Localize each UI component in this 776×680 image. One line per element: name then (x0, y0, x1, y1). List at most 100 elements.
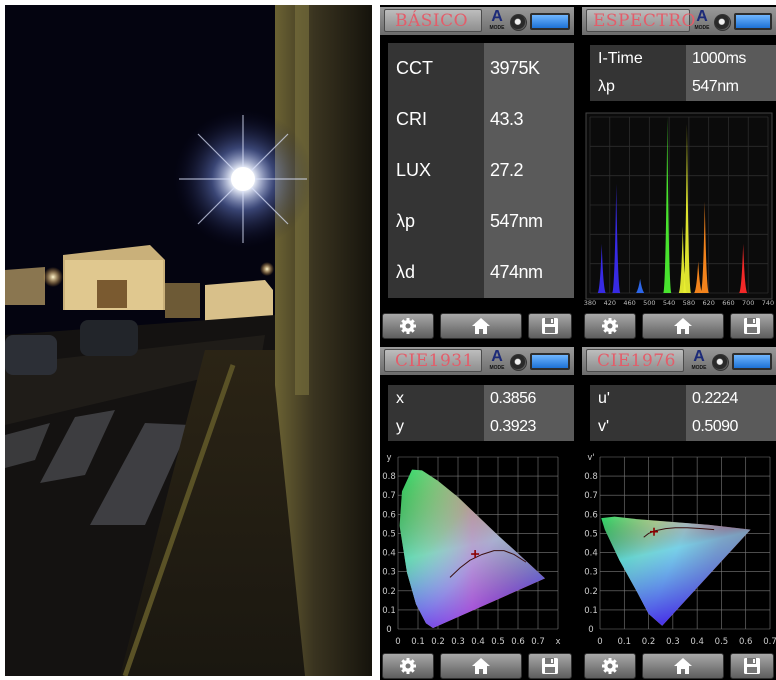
settings-button[interactable] (584, 653, 636, 679)
tab-cie1976[interactable]: CIE1976 (586, 349, 684, 372)
battery-icon (734, 13, 772, 30)
reading-row: CCT 3975K (388, 43, 574, 94)
mode-label: MODE (489, 25, 505, 31)
mode-a-icon[interactable]: A MODE (487, 349, 507, 373)
reading-label: u' (590, 385, 686, 413)
save-button[interactable] (730, 653, 774, 679)
y-tick-label: y (386, 453, 391, 463)
spectrum-panel: ESPECTRO A MODE I-Time 1000ms λp 547nm 3… (582, 5, 776, 341)
reading-value: 43.3 (484, 94, 574, 145)
y-tick-label: 0.7 (584, 491, 598, 501)
reading-value: 547nm (686, 73, 776, 101)
save-button[interactable] (528, 653, 572, 679)
cie1976-panel: CIE1976 A MODE u' 0.2224 v' 0.5090 0 0.1… (582, 345, 776, 680)
x-tick-label: 540 (663, 299, 675, 307)
y-tick-label: 0.7 (382, 491, 396, 501)
y-tick-label: 0 (386, 625, 391, 635)
panel-footer (582, 651, 776, 680)
x-tick-label: 700 (742, 299, 754, 307)
floppy-disk-icon (542, 658, 558, 674)
save-button[interactable] (730, 313, 774, 339)
x-tick-label: 0.4 (690, 637, 704, 647)
dial-knob-icon[interactable] (714, 14, 731, 31)
panel-header: CIE1976 A MODE (582, 347, 776, 375)
reading-label: λp (590, 73, 686, 101)
x-tick-label: 620 (702, 299, 714, 307)
mode-label: MODE (694, 25, 710, 31)
cie1976-chart-area: 0 0.1 0.2 0.3 0.4 0.5 0.6 0.7 0 0.1 0.2 0.3 0.4 0.5 0.… (582, 449, 776, 649)
x-tick-label: 0.7 (531, 637, 545, 647)
x-tick-label: 740 (762, 299, 774, 307)
panel-header: ESPECTRO A MODE (582, 7, 776, 35)
gear-icon (602, 318, 618, 334)
x-tick-label: 0.2 (431, 637, 445, 647)
y-tick-label: 0.1 (382, 606, 396, 616)
home-button[interactable] (440, 313, 522, 339)
settings-button[interactable] (584, 313, 636, 339)
cie1931-chart-area: 0 0.1 0.2 0.3 0.4 0.5 0.6 0.7 x 0 0.1 0.2 0.3 0.4 0.5 0… (380, 449, 574, 649)
spectrum-readings: I-Time 1000ms λp 547nm (590, 45, 776, 101)
reading-row: CRI 43.3 (388, 94, 574, 145)
cie1931-chart: 0 0.1 0.2 0.3 0.4 0.5 0.6 0.7 x 0 0.1 0.2 0.3 0.4 0.5 0… (382, 453, 560, 647)
y-tick-label: 0.8 (584, 472, 598, 482)
reading-row: u' 0.2224 (590, 385, 776, 413)
reading-row: LUX 27.2 (388, 145, 574, 196)
x-tick-label: 0.1 (411, 637, 425, 647)
reading-row: λp 547nm (590, 73, 776, 101)
y-tick-label: 0.6 (584, 510, 598, 520)
reading-row: λd 474nm (388, 247, 574, 298)
home-icon (472, 658, 490, 674)
gear-icon (400, 318, 416, 334)
y-tick-label: 0.3 (382, 568, 396, 578)
x-tick-label: 380 (584, 299, 596, 307)
reading-label: y (388, 413, 484, 441)
mode-letter: A (693, 348, 705, 365)
reading-label: v' (590, 413, 686, 441)
battery-icon (732, 353, 772, 370)
reading-label: λd (388, 247, 484, 298)
mode-label: MODE (489, 365, 505, 371)
floppy-disk-icon (744, 318, 760, 334)
save-button[interactable] (528, 313, 572, 339)
tab-spectrum[interactable]: ESPECTRO (586, 9, 696, 32)
reading-label: I-Time (590, 45, 686, 73)
reading-row: y 0.3923 (388, 413, 574, 441)
x-tick-label: 0.7 (763, 637, 776, 647)
dial-knob-icon[interactable] (510, 354, 527, 371)
reading-label: x (388, 385, 484, 413)
mode-a-icon[interactable]: A MODE (689, 349, 709, 373)
reading-row: x 0.3856 (388, 385, 574, 413)
home-icon (472, 318, 490, 334)
panel-footer (380, 651, 574, 680)
panel-footer (380, 311, 574, 341)
x-tick-label: x (555, 637, 560, 647)
home-button[interactable] (440, 653, 522, 679)
x-tick-label: 660 (722, 299, 734, 307)
reading-value: 0.3856 (484, 385, 574, 413)
tab-basic[interactable]: BÁSICO (384, 9, 482, 32)
gear-icon (400, 658, 416, 674)
home-button[interactable] (642, 653, 724, 679)
reading-row: λp 547nm (388, 196, 574, 247)
reading-label: λp (388, 196, 484, 247)
dial-knob-icon[interactable] (712, 354, 729, 371)
dial-knob-icon[interactable] (510, 14, 527, 31)
floppy-disk-icon (542, 318, 558, 334)
y-tick-label: v' (587, 453, 594, 463)
cie1976-readings: u' 0.2224 v' 0.5090 (590, 385, 776, 441)
settings-button[interactable] (382, 313, 434, 339)
x-tick-label: 460 (623, 299, 635, 307)
mode-a-icon[interactable]: A MODE (487, 9, 507, 33)
basic-panel: BÁSICO A MODE CCT 3975K CRI 43.3 LUX 27.… (380, 5, 574, 341)
settings-button[interactable] (382, 653, 434, 679)
x-tick-label: 0.4 (471, 637, 485, 647)
mode-a-icon[interactable]: A MODE (692, 9, 712, 33)
home-button[interactable] (642, 313, 724, 339)
tab-cie1931[interactable]: CIE1931 (384, 349, 482, 372)
y-tick-label: 0 (588, 625, 593, 635)
x-tick-label: 420 (604, 299, 616, 307)
home-icon (674, 658, 692, 674)
reading-row: v' 0.5090 (590, 413, 776, 441)
battery-icon (530, 13, 570, 30)
battery-icon (530, 353, 570, 370)
